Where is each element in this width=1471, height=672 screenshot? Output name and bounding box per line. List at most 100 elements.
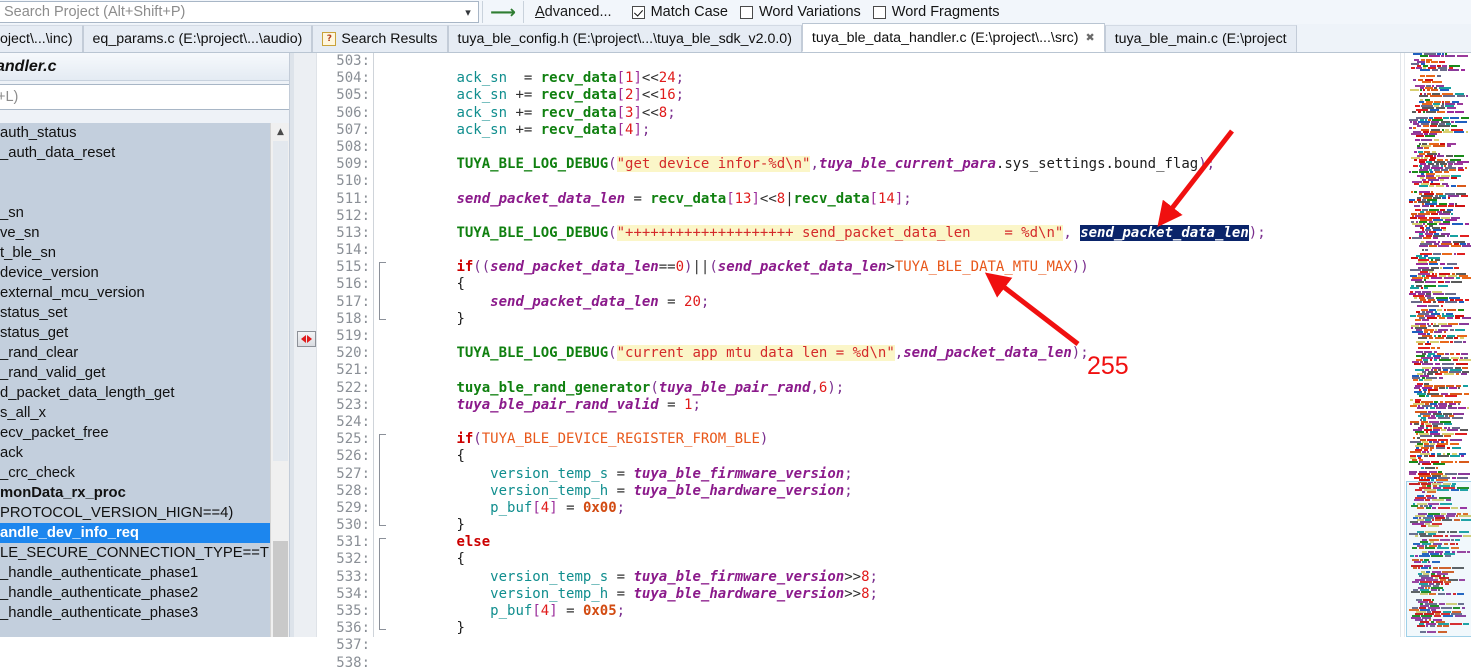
symbol-list-item[interactable] [0, 163, 270, 183]
checkbox-box[interactable] [739, 5, 753, 19]
fold-bracket[interactable] [379, 262, 386, 320]
code-line[interactable]: } [389, 311, 1391, 328]
symbol-list-item[interactable]: status_get [0, 323, 270, 343]
tab-tuya-ble-data-handler-c[interactable]: tuya_ble_data_handler.c (E:\project\...\… [801, 23, 1105, 52]
code-line[interactable]: version_temp_s = tuya_ble_firmware_versi… [389, 466, 1391, 483]
code-line[interactable]: send_packet_data_len = recv_data[13]<<8|… [389, 191, 1391, 208]
code-line[interactable] [389, 173, 1391, 190]
symbol-list-item[interactable]: device_version [0, 263, 270, 283]
code-line[interactable]: } [389, 620, 1391, 637]
code-line[interactable]: ack_sn += recv_data[4]; [389, 122, 1391, 139]
code-line[interactable]: if(TUYA_BLE_DEVICE_REGISTER_FROM_BLE) [389, 431, 1391, 448]
checkbox-box[interactable] [872, 5, 886, 19]
tab-eq-params-c[interactable]: eq_params.c (E:\project\...\audio) [82, 25, 313, 52]
code-line[interactable] [389, 208, 1391, 225]
tab-inc-clipped[interactable]: oject\...\inc) [0, 25, 83, 52]
bookmark-marker-icon[interactable] [297, 331, 316, 347]
code-token: ( [709, 259, 718, 276]
symbol-list-item[interactable]: _auth_data_reset [0, 143, 270, 163]
code-text-area[interactable]: ack_sn = recv_data[1]<<24; ack_sn += rec… [389, 53, 1391, 637]
code-token: "get device infor-%d\n" [616, 156, 811, 173]
close-icon[interactable]: ✖ [1085, 31, 1094, 44]
sidebar-scrollbar[interactable]: ▲ [270, 123, 289, 637]
symbol-list-item[interactable]: _crc_check [0, 463, 270, 483]
code-line[interactable]: tuya_ble_pair_rand_valid = 1; [389, 397, 1391, 414]
symbol-list-item[interactable]: _rand_valid_get [0, 363, 270, 383]
fold-bracket[interactable] [379, 434, 386, 527]
code-line[interactable]: else [389, 534, 1391, 551]
symbol-list-item[interactable]: d_packet_data_length_get [0, 383, 270, 403]
minimap-code-mark [1439, 61, 1445, 63]
symbol-list-item[interactable]: status_set [0, 303, 270, 323]
code-line[interactable] [389, 53, 1391, 70]
code-line[interactable]: TUYA_BLE_LOG_DEBUG("++++++++++++++++++++… [389, 224, 1391, 242]
code-line[interactable]: ack_sn += recv_data[3]<<8; [389, 105, 1391, 122]
code-line[interactable] [389, 328, 1391, 345]
symbol-list-item[interactable]: ack [0, 443, 270, 463]
code-line[interactable]: send_packet_data_len = 20; [389, 294, 1391, 311]
symbol-list-item[interactable]: _rand_clear [0, 343, 270, 363]
code-line[interactable]: version_temp_h = tuya_ble_hardware_versi… [389, 483, 1391, 500]
code-line[interactable]: { [389, 448, 1391, 465]
code-line[interactable]: p_buf[4] = 0x00; [389, 500, 1391, 517]
code-line[interactable] [389, 362, 1391, 379]
code-minimap[interactable] [1400, 53, 1471, 637]
code-line[interactable]: TUYA_BLE_LOG_DEBUG("get device infor-%d\… [389, 156, 1391, 173]
word-variations-checkbox[interactable]: Word Variations [739, 1, 861, 23]
symbol-list-item[interactable]: monData_rx_proc [0, 483, 270, 503]
code-token: = [616, 482, 626, 499]
symbol-list-item[interactable]: _sn [0, 203, 270, 223]
symbol-list-item[interactable]: ve_sn [0, 223, 270, 243]
symbol-list-item[interactable]: ecv_packet_free [0, 423, 270, 443]
search-project-combobox[interactable]: Search Project (Alt+Shift+P) ▾ [0, 1, 479, 23]
chevron-up-icon[interactable]: ▲ [271, 123, 290, 140]
symbol-list-item[interactable] [0, 183, 270, 203]
tab-tuya-ble-config-h[interactable]: tuya_ble_config.h (E:\project\...\tuya_b… [447, 25, 802, 52]
code-line[interactable]: version_temp_h = tuya_ble_hardware_versi… [389, 586, 1391, 603]
code-folding-column[interactable] [375, 53, 389, 637]
scrollbar-thumb[interactable] [273, 141, 288, 461]
word-fragments-checkbox[interactable]: Word Fragments [872, 1, 1000, 23]
symbol-filter-input[interactable]: +L) [0, 84, 291, 110]
symbol-list[interactable]: auth_status _auth_data_reset _sn ve_sn t_ble… [0, 123, 270, 637]
code-line[interactable]: p_buf[4] = 0x05; [389, 603, 1391, 620]
fold-bracket[interactable] [379, 537, 386, 630]
code-token: ) [1248, 224, 1258, 241]
code-line[interactable]: { [389, 276, 1391, 293]
search-go-button[interactable]: ⟶ [486, 1, 520, 23]
search-input[interactable]: Search Project (Alt+Shift+P) [0, 2, 458, 22]
code-line[interactable]: if((send_packet_data_len==0)||(send_pack… [389, 259, 1391, 276]
checkbox-box-checked[interactable] [631, 5, 645, 19]
symbol-list-item[interactable]: _handle_authenticate_phase3 [0, 603, 270, 623]
code-line[interactable]: ack_sn = recv_data[1]<<24; [389, 70, 1391, 87]
code-line[interactable] [389, 139, 1391, 156]
code-line[interactable] [389, 242, 1391, 259]
scrollbar-track-lower[interactable] [273, 541, 288, 637]
code-line[interactable]: TUYA_BLE_LOG_DEBUG("current app mtu data… [389, 345, 1391, 362]
symbol-list-item[interactable]: auth_status [0, 123, 270, 143]
match-case-checkbox[interactable]: Match Case [631, 1, 728, 23]
symbol-list-item-selected[interactable]: andle_dev_info_req [0, 523, 270, 543]
chevron-down-icon[interactable]: ▾ [458, 2, 478, 22]
symbol-list-item[interactable]: s_all_x [0, 403, 270, 423]
tab-tuya-ble-main-c[interactable]: tuya_ble_main.c (E:\project [1104, 25, 1297, 52]
symbol-list-item[interactable]: _handle_authenticate_phase1 [0, 563, 270, 583]
symbol-label: PROTOCOL_VERSION_HIGN==4) [0, 505, 234, 521]
advanced-button[interactable]: Advanced... [527, 1, 620, 23]
code-editor[interactable]: 503: 504: 505: 506: 507: 508: 509: 510: 511: 512:… [294, 53, 1391, 671]
code-line[interactable] [389, 414, 1391, 431]
symbol-list-item[interactable]: LE_SECURE_CONNECTION_TYPE==TUY [0, 543, 270, 563]
code-line[interactable]: } [389, 517, 1391, 534]
code-line[interactable]: { [389, 551, 1391, 568]
code-line[interactable]: version_temp_s = tuya_ble_firmware_versi… [389, 569, 1391, 586]
symbol-list-item[interactable]: PROTOCOL_VERSION_HIGN==4) [0, 503, 270, 523]
code-line[interactable]: tuya_ble_rand_generator(tuya_ble_pair_ra… [389, 380, 1391, 397]
tab-search-results[interactable]: ? Search Results [312, 25, 448, 52]
editor-marker-column[interactable] [294, 53, 317, 637]
code-line[interactable]: ack_sn += recv_data[2]<<16; [389, 87, 1391, 104]
symbol-list-item[interactable]: t_ble_sn [0, 243, 270, 263]
symbol-list-item[interactable]: _handle_authenticate_phase2 [0, 583, 270, 603]
symbol-list-item[interactable]: external_mcu_version [0, 283, 270, 303]
minimap-viewport-box[interactable] [1406, 481, 1471, 637]
